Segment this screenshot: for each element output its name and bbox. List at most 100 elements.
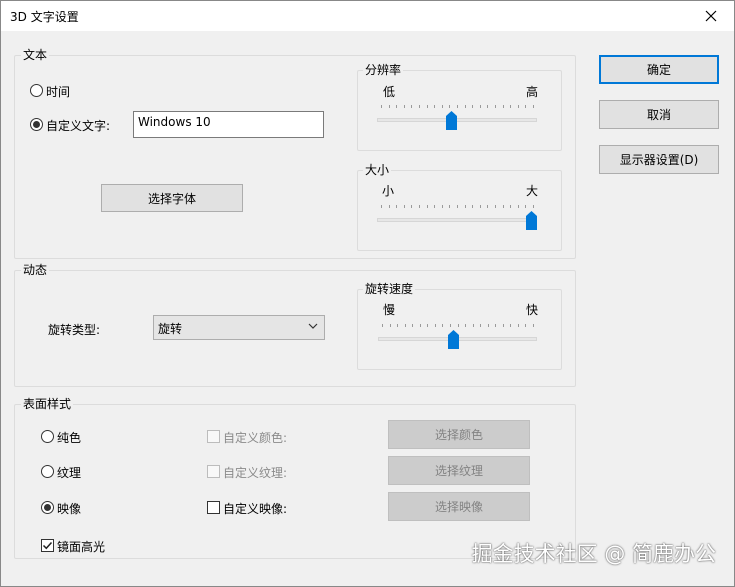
slider-tick bbox=[473, 324, 474, 327]
slider-tick bbox=[488, 324, 489, 327]
texture-label: 纹理 bbox=[57, 466, 82, 480]
slider-tick bbox=[389, 205, 390, 208]
slider-tick bbox=[411, 105, 412, 108]
slider-tick bbox=[518, 105, 519, 108]
slider-tick bbox=[442, 105, 443, 108]
slider-tick bbox=[404, 105, 405, 108]
texture-radio[interactable] bbox=[41, 465, 54, 478]
slider-tick bbox=[405, 324, 406, 327]
slider-thumb[interactable] bbox=[526, 211, 537, 230]
window-title: 3D 文字设置 bbox=[10, 10, 79, 24]
size-small-label: 小 bbox=[382, 184, 395, 198]
slider-tick bbox=[533, 324, 534, 327]
slider-tick bbox=[525, 105, 526, 108]
slider-tick bbox=[472, 205, 473, 208]
slider-tick bbox=[487, 105, 488, 108]
slider-tick bbox=[525, 205, 526, 208]
slider-tick bbox=[419, 205, 420, 208]
motion-group-label: 动态 bbox=[21, 263, 50, 277]
slider-thumb[interactable] bbox=[448, 330, 459, 349]
resolution-low-label: 低 bbox=[383, 85, 396, 99]
ok-button[interactable]: 确定 bbox=[599, 55, 719, 84]
slider-tick bbox=[427, 105, 428, 108]
slider-tick bbox=[533, 105, 534, 108]
custom-color-checkbox[interactable] bbox=[207, 430, 220, 443]
reflection-label: 映像 bbox=[57, 502, 82, 516]
slider-tick bbox=[465, 105, 466, 108]
chevron-down-icon bbox=[308, 323, 318, 329]
slider-tick bbox=[381, 105, 382, 108]
choose-color-button[interactable]: 选择颜色 bbox=[388, 420, 530, 449]
close-icon bbox=[705, 10, 717, 22]
time-radio[interactable] bbox=[30, 84, 43, 97]
slider-tick bbox=[480, 105, 481, 108]
time-label: 时间 bbox=[46, 85, 71, 99]
slider-tick bbox=[465, 205, 466, 208]
slider-tick bbox=[503, 105, 504, 108]
display-settings-button[interactable]: 显示器设置(D) bbox=[599, 145, 719, 174]
slider-tick bbox=[457, 105, 458, 108]
size-large-label: 大 bbox=[526, 184, 539, 198]
slider-tick bbox=[495, 105, 496, 108]
reflection-radio[interactable] bbox=[41, 501, 54, 514]
slider-tick bbox=[518, 205, 519, 208]
slider-tick bbox=[427, 205, 428, 208]
watermark: 掘金技术社区 @ 简鹿办公 bbox=[471, 542, 716, 566]
custom-text-radio[interactable] bbox=[30, 118, 43, 131]
slider-track bbox=[377, 118, 537, 122]
choose-font-button[interactable]: 选择字体 bbox=[101, 184, 243, 212]
specular-label: 镜面高光 bbox=[57, 540, 106, 554]
slider-tick bbox=[525, 324, 526, 327]
solid-radio[interactable] bbox=[41, 430, 54, 443]
rotation-type-select[interactable]: 旋转 bbox=[153, 315, 325, 340]
slider-tick bbox=[450, 324, 451, 327]
slider-tick bbox=[389, 105, 390, 108]
specular-checkbox[interactable] bbox=[41, 539, 54, 552]
slider-tick bbox=[480, 324, 481, 327]
slider-tick bbox=[487, 205, 488, 208]
slider-tick bbox=[382, 324, 383, 327]
slider-tick bbox=[449, 105, 450, 108]
resolution-high-label: 高 bbox=[526, 85, 539, 99]
size-label: 大小 bbox=[363, 163, 392, 177]
slider-tick bbox=[412, 324, 413, 327]
custom-reflection-checkbox[interactable] bbox=[207, 501, 220, 514]
slider-tick bbox=[404, 205, 405, 208]
slider-tick bbox=[449, 205, 450, 208]
size-slider[interactable] bbox=[377, 204, 537, 234]
rotation-speed-slow-label: 慢 bbox=[383, 303, 396, 317]
slider-tick bbox=[419, 105, 420, 108]
custom-text-label: 自定义文字: bbox=[46, 119, 111, 133]
custom-texture-checkbox[interactable] bbox=[207, 465, 220, 478]
slider-tick bbox=[381, 205, 382, 208]
slider-tick bbox=[510, 205, 511, 208]
slider-tick bbox=[434, 205, 435, 208]
slider-tick bbox=[457, 205, 458, 208]
slider-tick bbox=[397, 324, 398, 327]
slider-tick bbox=[495, 205, 496, 208]
cancel-button[interactable]: 取消 bbox=[599, 100, 719, 129]
surface-group-label: 表面样式 bbox=[21, 397, 74, 411]
rotation-type-label: 旋转类型: bbox=[48, 323, 101, 337]
solid-label: 纯色 bbox=[57, 431, 82, 445]
slider-tick bbox=[503, 205, 504, 208]
slider-thumb[interactable] bbox=[446, 111, 457, 130]
title-bar: 3D 文字设置 bbox=[1, 1, 734, 31]
slider-track bbox=[377, 218, 537, 222]
slider-tick bbox=[518, 324, 519, 327]
resolution-slider[interactable] bbox=[377, 104, 537, 134]
slider-tick bbox=[503, 324, 504, 327]
rotation-speed-slider[interactable] bbox=[378, 323, 537, 353]
slider-tick bbox=[442, 205, 443, 208]
slider-tick bbox=[458, 324, 459, 327]
slider-tick bbox=[420, 324, 421, 327]
choose-reflection-button[interactable]: 选择映像 bbox=[388, 492, 530, 521]
slider-tick bbox=[442, 324, 443, 327]
dialog-window: 3D 文字设置 确定 取消 显示器设置(D) 文本 时间 自定义文字: Wind… bbox=[0, 0, 735, 587]
choose-texture-button[interactable]: 选择纹理 bbox=[388, 456, 530, 485]
resolution-label: 分辨率 bbox=[363, 63, 404, 77]
custom-texture-label: 自定义纹理: bbox=[223, 466, 288, 480]
slider-tick bbox=[510, 324, 511, 327]
close-button[interactable] bbox=[688, 1, 734, 31]
custom-text-input[interactable]: Windows 10 bbox=[133, 111, 324, 138]
